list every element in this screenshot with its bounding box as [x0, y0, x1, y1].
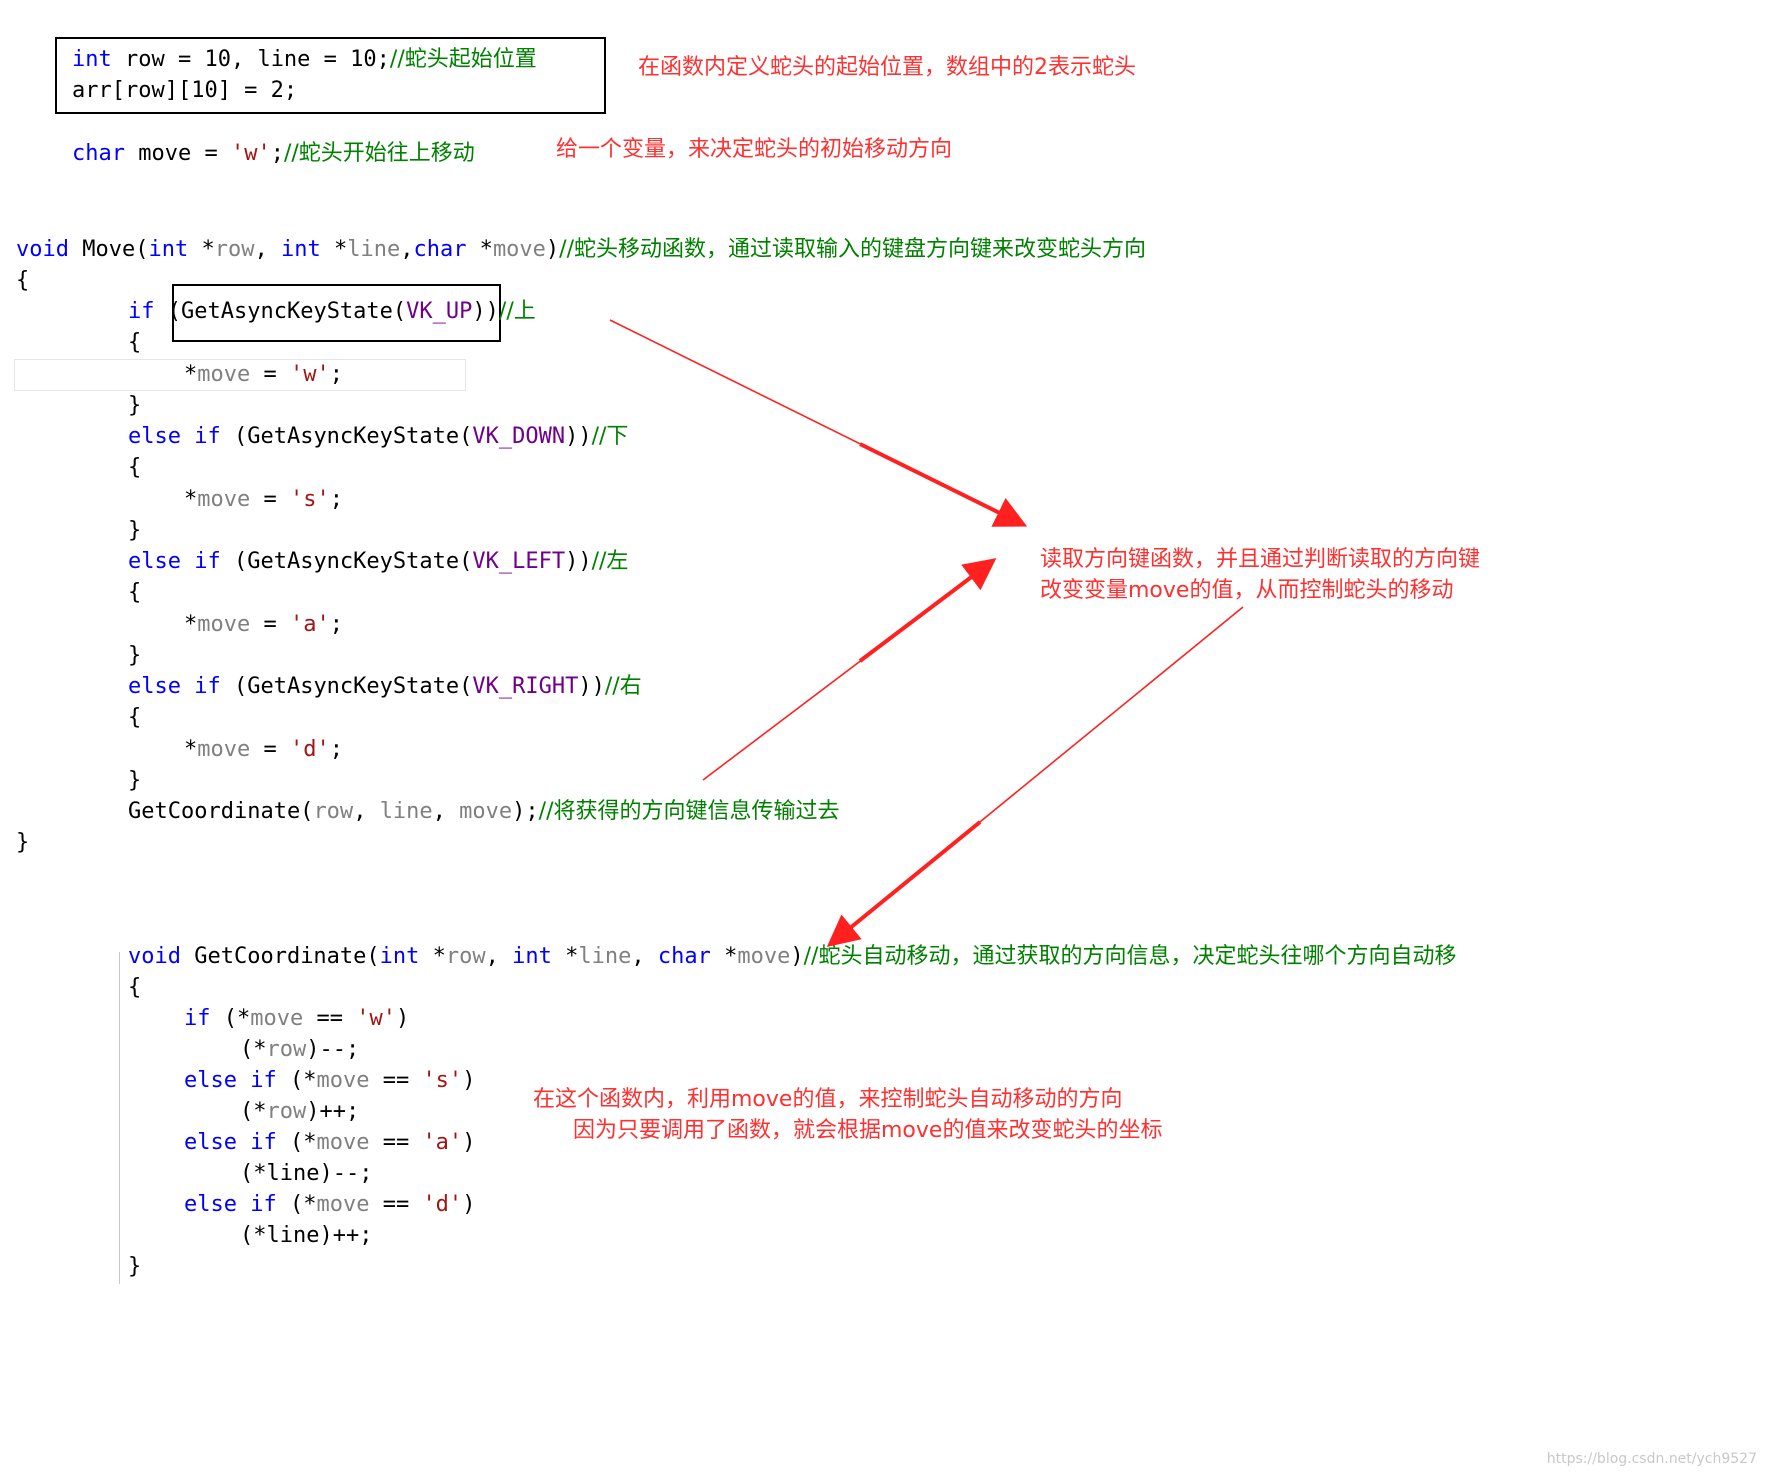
- watermark: https://blog.csdn.net/ych9527: [1546, 1451, 1757, 1467]
- annotation-arrows: [609, 319, 1244, 948]
